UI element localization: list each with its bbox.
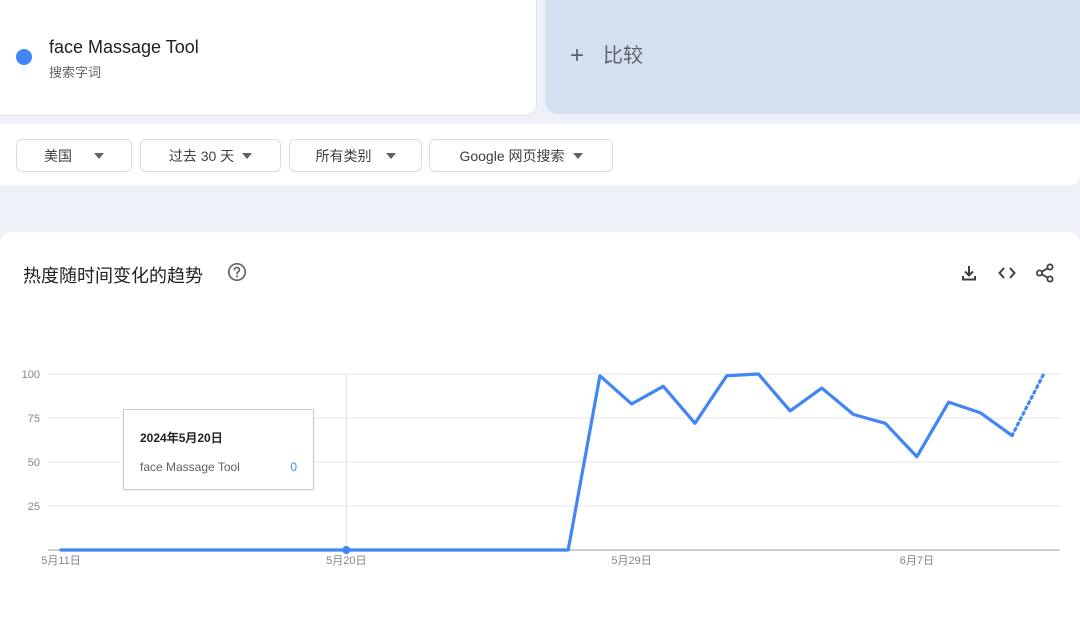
region-filter-label: 美国: [44, 147, 72, 164]
tooltip-value: 0: [290, 460, 297, 474]
plus-icon: +: [570, 42, 585, 69]
x-tick-label: 5月20日: [326, 555, 366, 567]
caret-down-icon: [572, 152, 583, 159]
category-filter-label: 所有类别: [315, 147, 372, 164]
x-tick-label: 5月11日: [41, 555, 81, 567]
search-type-filter-label: Google 网页搜索: [459, 147, 565, 164]
tooltip-term: face Massage Tool: [140, 460, 240, 474]
interest-over-time-card: 热度随时间变化的趋势 25 50 75 100 5月11日 5月20日 5月29日 6月7日 …: [0, 232, 1080, 626]
search-type-filter[interactable]: Google 网页搜索: [429, 139, 613, 172]
compare-label: 比较: [603, 45, 643, 67]
search-term-name[interactable]: face Massage Tool: [49, 37, 199, 58]
y-tick-label: 25: [28, 501, 40, 513]
time-range-filter-label: 过去 30 天: [168, 147, 235, 164]
chart-tooltip: 2024年5月20日 face Massage Tool 0: [123, 409, 314, 490]
term-color-dot: [16, 49, 32, 65]
region-filter[interactable]: 美国: [16, 139, 132, 172]
series-line-partial: [1010, 372, 1046, 438]
category-filter[interactable]: 所有类别: [289, 139, 422, 172]
y-tick-label: 100: [22, 369, 40, 381]
search-term-type: 搜索字词: [49, 65, 102, 80]
highlight-point: [342, 546, 351, 554]
tooltip-date: 2024年5月20日: [140, 431, 223, 445]
time-range-filter[interactable]: 过去 30 天: [140, 139, 281, 172]
caret-down-icon: [242, 152, 253, 159]
caret-down-icon: [94, 152, 104, 159]
filter-bar: 美国 过去 30 天 所有类别 Google 网页搜索: [0, 124, 1080, 185]
y-tick-label: 50: [28, 457, 40, 469]
y-tick-label: 75: [28, 413, 40, 425]
search-term-card[interactable]: face Massage Tool 搜索字词: [0, 0, 537, 116]
x-tick-label: 5月29日: [611, 555, 651, 567]
x-tick-label: 6月7日: [900, 555, 934, 567]
compare-button[interactable]: + 比较: [545, 0, 1080, 114]
caret-down-icon: [385, 152, 396, 159]
